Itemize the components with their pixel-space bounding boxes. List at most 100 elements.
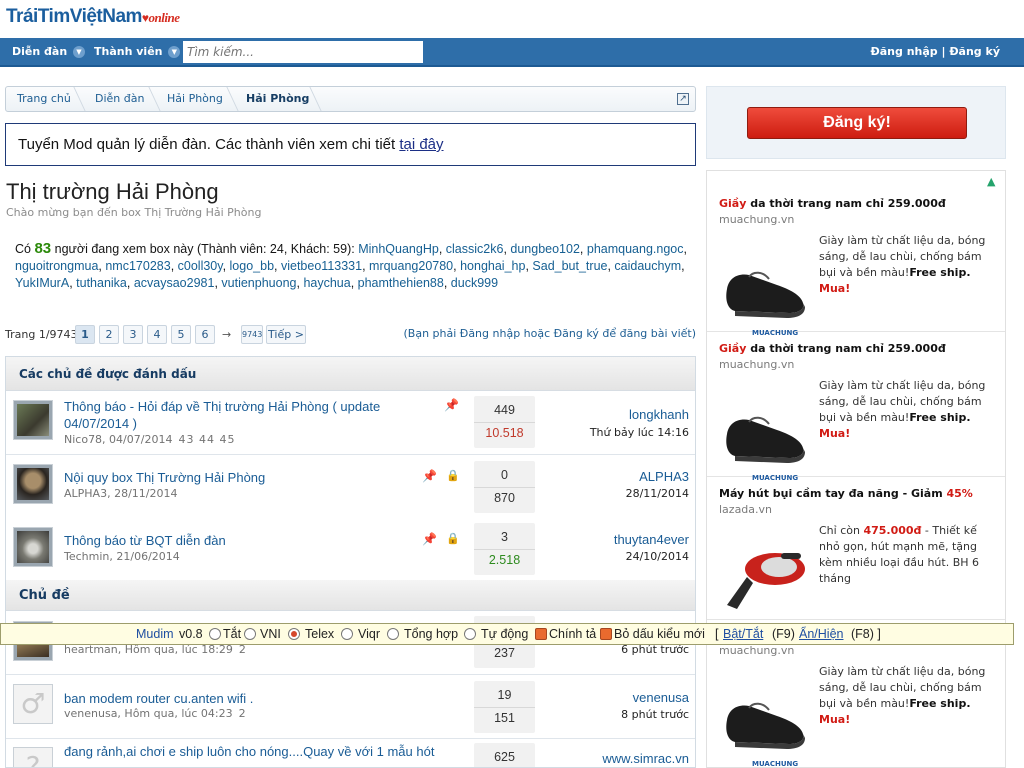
heart-icon: ♥ bbox=[141, 11, 149, 25]
mode-auto-radio[interactable] bbox=[464, 628, 476, 640]
thread-title[interactable]: Thông báo - Hỏi đáp về Thị trường Hải Ph… bbox=[64, 398, 384, 432]
breadcrumb-home[interactable]: Trang chủ bbox=[17, 87, 71, 111]
thread-row[interactable]: ? đang rảnh,ai chơi e ship luôn cho nóng… bbox=[6, 739, 695, 767]
thread-pages[interactable]: 43 44 45 bbox=[178, 433, 235, 446]
viewer-link[interactable]: phamthehien88 bbox=[358, 276, 444, 290]
shoe-image[interactable] bbox=[719, 668, 811, 758]
viewer-link[interactable]: c0oll30y bbox=[178, 259, 223, 273]
login-register-links[interactable]: Đăng nhập | Đăng ký bbox=[871, 38, 1000, 65]
viewer-link[interactable]: vutienphuong bbox=[221, 276, 296, 290]
page-button[interactable]: 2 bbox=[99, 325, 119, 344]
thread-row[interactable]: ♂ ban modem router cu.anten wifi . venen… bbox=[6, 676, 695, 739]
viewer-link[interactable]: phamquang.ngoc bbox=[587, 242, 684, 256]
logo-online-text: online bbox=[148, 10, 180, 25]
signup-button[interactable]: Đăng ký! bbox=[747, 107, 967, 139]
avatar[interactable]: ♂ bbox=[13, 684, 53, 724]
thread-title[interactable]: Thông báo từ BQT diễn đàn bbox=[64, 532, 384, 549]
new-accent-checkbox[interactable] bbox=[600, 628, 612, 640]
section-header-sticky: Các chủ đề được đánh dấu bbox=[6, 357, 695, 391]
thread-title[interactable]: Nội quy box Thị Trường Hải Phòng bbox=[64, 469, 384, 486]
page-button[interactable]: 6 bbox=[195, 325, 215, 344]
ad-desc-cta[interactable]: Mua! bbox=[819, 713, 850, 726]
reply-count: 3 bbox=[474, 530, 535, 550]
shoe-image[interactable] bbox=[719, 237, 811, 327]
vacuum-image[interactable] bbox=[719, 527, 811, 617]
next-page-button[interactable]: Tiếp > bbox=[266, 325, 306, 344]
avatar[interactable]: ? bbox=[13, 747, 53, 767]
thread-row[interactable]: Thông báo - Hỏi đáp về Thị trường Hải Ph… bbox=[6, 391, 695, 455]
thread-row[interactable]: Nội quy box Thị Trường Hải Phòng ALPHA3,… bbox=[6, 456, 695, 519]
avatar[interactable] bbox=[13, 464, 53, 504]
avatar[interactable] bbox=[13, 527, 53, 567]
adchoices-icon[interactable]: ▲ bbox=[987, 175, 999, 188]
last-post-user[interactable]: longkhanh bbox=[629, 407, 689, 422]
mode-combo-radio[interactable] bbox=[387, 628, 399, 640]
viewer-link[interactable]: nmc170283 bbox=[105, 259, 170, 273]
breadcrumb-forums[interactable]: Diễn đàn bbox=[95, 87, 144, 111]
ad-description: Giày làm từ chất liệu da, bóng sáng, dễ … bbox=[819, 664, 997, 728]
ad-item[interactable]: Giầy da thời trang nam chỉ 259.000đ muac… bbox=[707, 187, 1005, 337]
ad-price: 475.000đ bbox=[863, 524, 922, 537]
viewer-link[interactable]: caidauchym bbox=[614, 259, 681, 273]
thread-title[interactable]: đang rảnh,ai chơi e ship luôn cho nóng..… bbox=[64, 743, 464, 760]
breadcrumb-current[interactable]: Hải Phòng bbox=[246, 87, 309, 111]
mode-vni-label: VNI bbox=[260, 627, 281, 641]
last-post-user[interactable]: www.simrac.vn bbox=[602, 751, 689, 766]
ad-item[interactable]: Máy hút bụi cầm tay đa năng - Giảm 45% l… bbox=[707, 477, 1005, 620]
viewer-link[interactable]: YukIMurA bbox=[15, 276, 69, 290]
viewer-link[interactable]: classic2k6 bbox=[446, 242, 504, 256]
nav-tab-members[interactable]: Thành viên ▼ bbox=[94, 38, 181, 65]
last-post-user[interactable]: ALPHA3 bbox=[639, 469, 689, 484]
avatar[interactable] bbox=[13, 400, 53, 440]
mode-telex-radio[interactable] bbox=[288, 628, 300, 640]
viewer-link[interactable]: tuthanika bbox=[76, 276, 127, 290]
page-title: Thị trường Hải Phòng bbox=[6, 179, 219, 204]
site-logo[interactable]: TráiTimViệtNam♥online bbox=[6, 6, 180, 28]
mode-viqr-label: Viqr bbox=[358, 627, 381, 641]
ad-title[interactable]: Giầy da thời trang nam chỉ 259.000đ bbox=[719, 342, 946, 355]
breadcrumb-category[interactable]: Hải Phòng bbox=[167, 87, 223, 111]
last-post-time: 28/11/2014 bbox=[625, 487, 689, 500]
post-permission-hint[interactable]: (Bạn phải Đăng nhập hoặc Đăng ký để đăng… bbox=[404, 327, 697, 340]
viewer-link[interactable]: Sad_but_true bbox=[532, 259, 607, 273]
search-input[interactable] bbox=[183, 41, 423, 63]
external-link-icon[interactable]: ↗ bbox=[677, 93, 689, 105]
ad-desc-cta[interactable]: Mua! bbox=[819, 427, 850, 440]
last-post-user[interactable]: venenusa bbox=[633, 690, 689, 705]
notice-link[interactable]: tại đây bbox=[399, 136, 443, 153]
page-button-last[interactable]: 9743 bbox=[241, 325, 263, 344]
mode-viqr-radio[interactable] bbox=[341, 628, 353, 640]
viewer-link[interactable]: acvaysao2981 bbox=[134, 276, 215, 290]
viewer-link[interactable]: MinhQuangHp bbox=[358, 242, 439, 256]
mode-off-radio[interactable] bbox=[209, 628, 221, 640]
viewer-link[interactable]: honghai_hp bbox=[460, 259, 525, 273]
chevron-down-icon[interactable]: ▼ bbox=[168, 46, 181, 58]
viewer-link[interactable]: dungbeo102 bbox=[510, 242, 580, 256]
thread-pages[interactable]: 2 bbox=[239, 707, 247, 720]
toggle-link[interactable]: Bật/Tắt bbox=[723, 624, 763, 644]
thread-row[interactable]: Thông báo từ BQT diễn đàn Techmin, 21/06… bbox=[6, 518, 695, 581]
viewer-link[interactable]: haychua bbox=[303, 276, 350, 290]
ad-item[interactable]: Giầy da thời trang nam chỉ 259.000đ muac… bbox=[707, 332, 1005, 482]
page-button[interactable]: 1 bbox=[75, 325, 95, 344]
hide-show-link[interactable]: Ẩn/Hiện bbox=[799, 624, 843, 644]
page-button[interactable]: 3 bbox=[123, 325, 143, 344]
ad-desc-cta[interactable]: Mua! bbox=[819, 282, 850, 295]
section-header-threads: Chủ đề bbox=[6, 580, 695, 611]
viewer-link[interactable]: vietbeo113331 bbox=[281, 259, 362, 273]
viewer-link[interactable]: duck999 bbox=[451, 276, 498, 290]
viewer-link[interactable]: mrquang20780 bbox=[369, 259, 453, 273]
thread-title[interactable]: ban modem router cu.anten wifi . bbox=[64, 690, 384, 707]
viewer-link[interactable]: logo_bb bbox=[230, 259, 275, 273]
page-button[interactable]: 4 bbox=[147, 325, 167, 344]
chevron-down-icon[interactable]: ▼ bbox=[73, 46, 85, 58]
mode-vni-radio[interactable] bbox=[244, 628, 256, 640]
nav-tab-forums[interactable]: Diễn đàn ▼ bbox=[12, 38, 85, 65]
viewer-link[interactable]: nguoitrongmua bbox=[15, 259, 98, 273]
page-button[interactable]: 5 bbox=[171, 325, 191, 344]
ad-title[interactable]: Máy hút bụi cầm tay đa năng - Giảm 45% bbox=[719, 487, 973, 500]
ad-title[interactable]: Giầy da thời trang nam chỉ 259.000đ bbox=[719, 197, 946, 210]
last-post-user[interactable]: thuytan4ever bbox=[614, 532, 689, 547]
shoe-image[interactable] bbox=[719, 382, 811, 472]
spell-check-checkbox[interactable] bbox=[535, 628, 547, 640]
